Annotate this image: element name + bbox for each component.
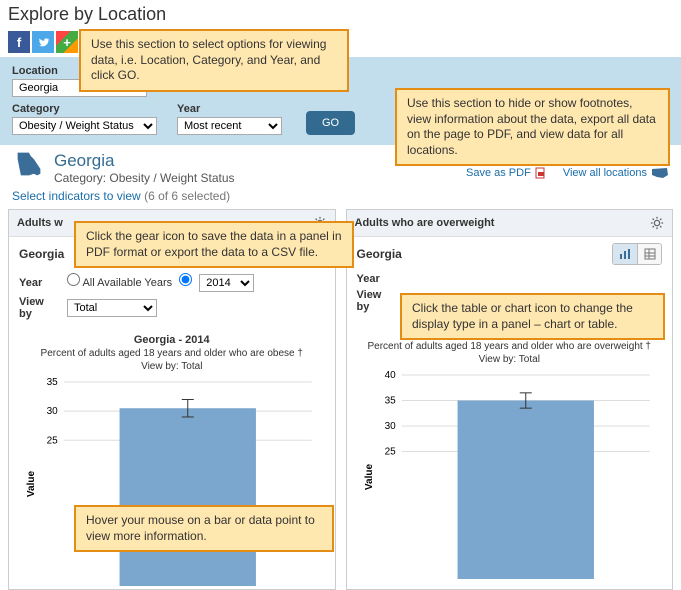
indicator-count: (6 of 6 selected)	[144, 189, 230, 203]
us-map-icon	[651, 167, 669, 179]
select-indicators-link[interactable]: Select indicators to view (6 of 6 select…	[0, 189, 681, 209]
table-toggle-button[interactable]	[637, 244, 661, 264]
location-category: Category: Obesity / Weight Status	[54, 171, 458, 185]
all-years-radio[interactable]: All Available Years	[67, 277, 172, 289]
chart-viewby-right: View by: Total	[355, 354, 665, 365]
year-row-label-right: Year	[357, 273, 397, 285]
view-all-locations-link[interactable]: View all locations	[563, 167, 669, 179]
svg-text:35: 35	[384, 396, 396, 407]
category-select[interactable]: Obesity / Weight Status	[12, 117, 157, 135]
chart-toggle-button[interactable]	[613, 244, 637, 264]
facebook-icon[interactable]: f	[8, 31, 30, 53]
callout-header-links: Use this section to hide or show footnot…	[395, 88, 670, 166]
chart-subtitle-left: Percent of adults aged 18 years and olde…	[17, 348, 327, 359]
viewby-select-panel[interactable]: Total	[67, 299, 157, 317]
svg-text:30: 30	[47, 406, 59, 417]
single-year-radio[interactable]	[179, 277, 192, 289]
table-icon	[644, 248, 656, 260]
viewby-row-label-right: View by	[357, 289, 397, 313]
chart-viewby-left: View by: Total	[17, 361, 327, 372]
chart-subtitle-right: Percent of adults aged 18 years and olde…	[355, 341, 665, 352]
viewby-row-label: View by	[19, 296, 59, 320]
twitter-icon[interactable]	[32, 31, 54, 53]
svg-text:30: 30	[384, 421, 396, 432]
svg-text:40: 40	[384, 370, 396, 381]
chart-left: 25 30 35 Value	[17, 376, 327, 586]
go-button[interactable]: GO	[306, 111, 355, 135]
bar-chart-icon	[619, 248, 631, 260]
chart-right: 25 30 35 40 Value	[355, 369, 665, 579]
year-select[interactable]: Most recent	[177, 117, 282, 135]
callout-filters: Use this section to select options for v…	[79, 29, 349, 92]
georgia-state-icon	[12, 151, 46, 177]
year-select-panel[interactable]: 2014	[199, 274, 254, 292]
svg-text:Value: Value	[363, 464, 374, 491]
save-pdf-link[interactable]: Save as PDF	[466, 167, 547, 179]
category-label: Category	[12, 103, 157, 115]
panel-title-left: Adults w	[17, 217, 63, 229]
panel-overweight: Adults who are overweight Georgia Year	[346, 209, 674, 590]
svg-text:25: 25	[384, 447, 396, 458]
panel-location-left: Georgia	[19, 247, 64, 261]
gear-icon[interactable]	[650, 216, 664, 230]
panel-title-right: Adults who are overweight	[355, 217, 495, 229]
callout-gear: Click the gear icon to save the data in …	[74, 221, 354, 268]
svg-text:25: 25	[47, 435, 59, 446]
callout-toggle: Click the table or chart icon to change …	[400, 293, 665, 340]
callout-hover: Hover your mouse on a bar or data point …	[74, 505, 334, 552]
year-row-label: Year	[19, 277, 59, 289]
svg-text:35: 35	[47, 377, 59, 388]
addthis-icon[interactable]: +	[56, 31, 78, 53]
chart-title-left: Georgia - 2014	[17, 334, 327, 346]
panel-location-right: Georgia	[357, 247, 402, 261]
page-title: Explore by Location	[0, 0, 681, 29]
pdf-icon	[535, 167, 547, 179]
svg-text:Value: Value	[26, 471, 37, 498]
year-label: Year	[177, 103, 282, 115]
